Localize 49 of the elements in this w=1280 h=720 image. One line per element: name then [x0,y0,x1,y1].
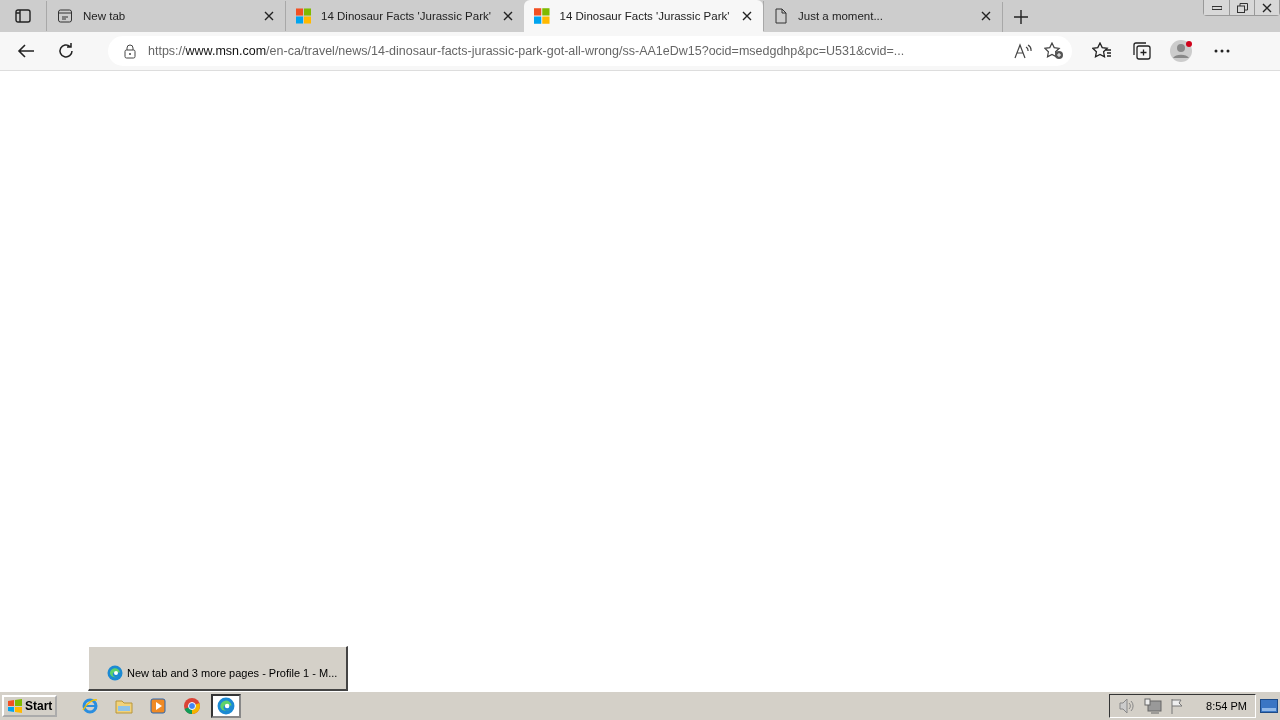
show-desktop-icon[interactable] [1260,699,1278,713]
windows-logo-icon [296,8,312,24]
close-icon [742,11,753,21]
minimize-button[interactable] [1204,0,1229,15]
media-player-icon [150,698,167,714]
folder-icon [115,698,134,714]
close-icon [503,11,514,21]
network-icon[interactable] [1144,698,1163,714]
browser-tab[interactable]: New tab [46,1,285,31]
edge-icon [217,697,236,715]
taskbar-preview-popup[interactable]: New tab and 3 more pages - Profile 1 - M... [88,646,348,691]
clock[interactable]: 8:54 PM [1206,700,1247,712]
close-icon [264,11,274,21]
minimize-icon [1211,5,1222,10]
tab-title: 14 Dinosaur Facts 'Jurassic Park' [559,10,730,22]
plus-icon [1013,10,1028,24]
new-tab-icon [57,8,73,24]
address-bar[interactable]: https://www.msn.com/en-ca/travel/news/14-dinosaur-facts-jurassic-park-got-all-wrong/ss-AA1eDw15?ocid=msedgdhp&pc=U531&cvid=... [108,36,1072,66]
read-aloud-icon[interactable] [1014,43,1032,59]
browser-tab[interactable]: 14 Dinosaur Facts 'Jurassic Park' [524,0,763,32]
more-icon [1214,49,1230,53]
tab-title: New tab [83,10,127,22]
url-text: https://www.msn.com/en-ca/travel/news/14-dinosaur-facts-jurassic-park-got-all-wrong/ss-AA1eDw15?ocid=msedgdhp&pc=U531&cvid=... [148,44,906,58]
close-window-button[interactable] [1254,0,1279,15]
windows-flag-icon [7,699,23,713]
collections-icon [1133,42,1151,60]
refresh-icon [57,42,75,60]
browser-tab[interactable]: 14 Dinosaur Facts 'Jurassic Park' [285,1,524,31]
close-icon [1262,2,1272,13]
internet-explorer-icon [81,697,100,715]
restore-button[interactable] [1229,0,1254,15]
tab-title: Just a moment... [798,10,884,22]
lock-icon [124,43,136,59]
back-arrow-icon [17,43,35,59]
taskbar-app-button[interactable] [211,694,242,718]
preview-title: New tab and 3 more pages - Profile 1 - M... [127,667,338,679]
tab-title: 14 Dinosaur Facts 'Jurassic Park' [321,10,491,22]
tab-actions-icon [15,9,31,23]
page-icon [774,8,788,24]
chrome-icon [183,697,202,715]
restore-icon [1236,2,1248,13]
windows-logo-icon [534,8,550,24]
favorites-icon [1092,42,1112,60]
browser-tab[interactable]: Just a moment... [763,1,1002,31]
edge-icon [107,665,123,681]
add-favorite-icon[interactable] [1044,42,1064,60]
start-button[interactable]: Start [2,695,58,717]
close-icon [981,11,991,21]
avatar-icon [1170,39,1194,63]
